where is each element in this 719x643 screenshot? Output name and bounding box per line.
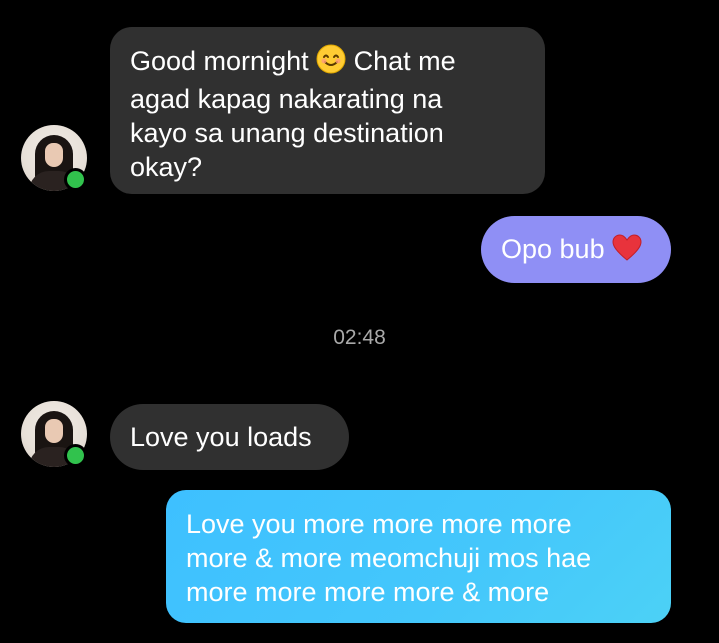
message-text: Opo bub [501, 234, 613, 264]
message-text: Love you more more more more more & more… [186, 509, 592, 607]
outgoing-message-bubble[interactable]: Love you more more more more more & more… [166, 490, 671, 623]
message-text: Love you loads [130, 422, 312, 452]
chat-thread: Good mornight Chat me agad kapag nakarat… [0, 0, 719, 643]
red-heart-emoji-icon [612, 234, 642, 270]
outgoing-message-bubble[interactable]: Opo bub [481, 216, 671, 283]
contact-avatar[interactable] [21, 401, 87, 467]
online-status-icon [64, 168, 87, 191]
message-timestamp: 02:48 [333, 326, 386, 349]
contact-avatar[interactable] [21, 125, 87, 191]
incoming-message-bubble[interactable]: Love you loads [110, 404, 349, 470]
message-text: Good mornight [130, 46, 317, 76]
online-status-icon [64, 444, 87, 467]
smiling-face-emoji-icon [316, 44, 346, 82]
incoming-message-bubble[interactable]: Good mornight Chat me agad kapag nakarat… [110, 27, 545, 194]
